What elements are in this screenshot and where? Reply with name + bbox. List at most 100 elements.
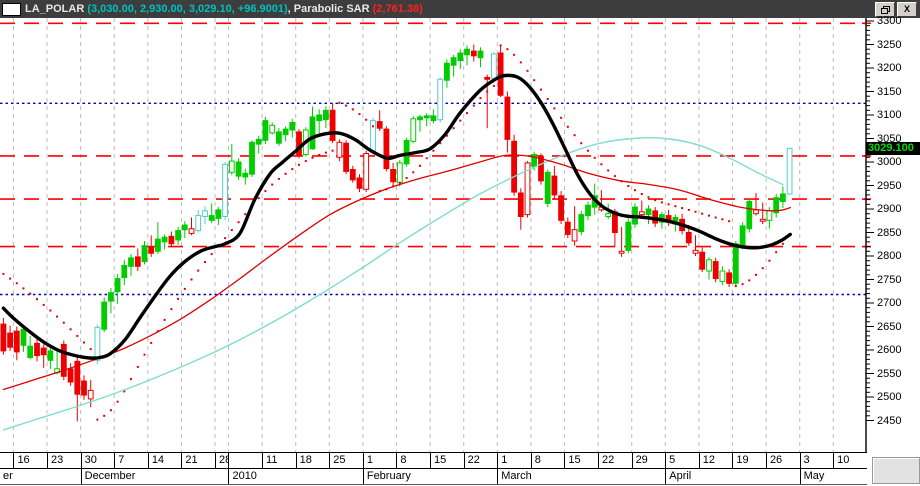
week-label-cell: 14 — [147, 453, 182, 468]
candle-body — [289, 122, 296, 131]
sar-dot — [681, 207, 684, 210]
sar-dot — [694, 210, 697, 213]
candle-body — [444, 62, 450, 81]
sar-dot — [593, 156, 596, 159]
y-axis-label: 3000 — [877, 156, 902, 168]
week-label-cell — [228, 453, 262, 468]
x-axis-week-row: 1623307142128111825181522181522295121926… — [0, 452, 867, 469]
candle-body — [638, 211, 645, 216]
sar-dot — [96, 418, 99, 421]
month-label-cell: 2010 — [228, 469, 362, 484]
candle-body — [780, 193, 786, 202]
candle-body — [188, 228, 195, 234]
candle-body — [309, 116, 316, 150]
sar-dot — [304, 160, 307, 163]
y-axis-label: 3200 — [877, 62, 902, 74]
week-label-cell: 5 — [665, 453, 699, 468]
sar-dot — [237, 221, 240, 224]
candle-body — [578, 214, 585, 233]
candle-body — [282, 128, 289, 136]
candle-body — [450, 57, 457, 66]
candle-body — [134, 256, 141, 267]
candle-body — [222, 163, 228, 218]
sar-dot — [701, 212, 704, 215]
candle-body — [766, 210, 773, 221]
week-label-cell: 29 — [631, 453, 666, 468]
sar-dot — [29, 292, 32, 295]
candle-body — [47, 350, 54, 361]
candle-body — [605, 213, 612, 217]
sar-dot — [324, 151, 327, 154]
candle-body — [511, 140, 518, 193]
week-label-cell: 1 — [497, 453, 531, 468]
y-axis-label: 2650 — [877, 320, 902, 333]
candle-body — [262, 120, 269, 141]
candle-body — [40, 347, 47, 356]
sar-dot — [613, 175, 616, 178]
y-axis-label: 2600 — [877, 344, 902, 356]
candlestick-chart-canvas[interactable] — [0, 0, 920, 486]
candle-body — [316, 114, 323, 122]
candle-body — [719, 270, 726, 282]
sar-dot — [425, 157, 428, 160]
sar-dot — [109, 409, 112, 412]
candle-body — [161, 236, 168, 243]
candle-body — [208, 215, 215, 221]
sar-dot — [163, 318, 166, 321]
candle-body — [175, 230, 181, 241]
sar-dot — [298, 163, 300, 166]
week-label-cell: 8 — [396, 453, 430, 468]
y-axis-label: 2750 — [877, 273, 902, 286]
sar-dot — [197, 269, 200, 272]
candle-body — [504, 96, 511, 140]
candle-body — [753, 209, 759, 215]
sar-dot — [136, 365, 139, 368]
sar-dot — [345, 104, 348, 107]
candle-body — [538, 155, 544, 182]
candle-body — [249, 141, 255, 175]
sar-dot — [358, 113, 361, 116]
candle-body — [343, 142, 350, 172]
candle-body — [571, 229, 578, 242]
sar-dot — [365, 118, 368, 121]
x-axis-month-row: er December 2010 February March April May — [0, 469, 867, 485]
candle-body — [195, 215, 202, 232]
sar-dot — [526, 69, 529, 72]
sar-dot — [560, 116, 563, 119]
week-label-cell: 26 — [765, 453, 800, 468]
month-label-cell: December — [80, 469, 229, 484]
candle-body — [699, 251, 706, 270]
month-label-cell: February — [362, 469, 497, 484]
candle-body — [323, 109, 329, 121]
week-label-cell: 22 — [597, 453, 632, 468]
week-label-cell: 3 — [799, 453, 834, 468]
sar-dot — [56, 315, 59, 318]
week-label-cell: 21 — [181, 453, 215, 468]
sar-dot — [667, 203, 670, 206]
y-axis-label: 2700 — [877, 297, 902, 309]
sar-dot — [755, 273, 757, 276]
candle-body — [7, 332, 13, 348]
sar-dot — [775, 251, 778, 254]
candle-body — [363, 153, 370, 190]
sar-dot — [291, 168, 294, 171]
chart-window: LA_POLAR (3,030.00, 2,930.00, 3,029.10, … — [0, 0, 920, 486]
sar-dot — [607, 169, 610, 172]
y-axis-label: 3300 — [877, 15, 902, 27]
y-axis-label: 2800 — [877, 250, 902, 262]
sar-dot — [244, 213, 247, 216]
sar-dot — [42, 303, 45, 306]
sar-dot — [9, 277, 12, 280]
candle-body — [625, 221, 632, 251]
sar-dot — [351, 108, 354, 111]
candle-body — [464, 48, 470, 56]
y-axis-label: 2950 — [877, 179, 902, 192]
sar-dot — [432, 149, 435, 152]
candle-body — [585, 204, 591, 217]
resize-grip[interactable] — [872, 457, 920, 484]
sar-dot — [647, 196, 650, 199]
candle-body — [148, 246, 155, 254]
sar-dot — [580, 142, 583, 145]
candle-body — [20, 328, 27, 346]
sar-dot — [519, 61, 522, 64]
